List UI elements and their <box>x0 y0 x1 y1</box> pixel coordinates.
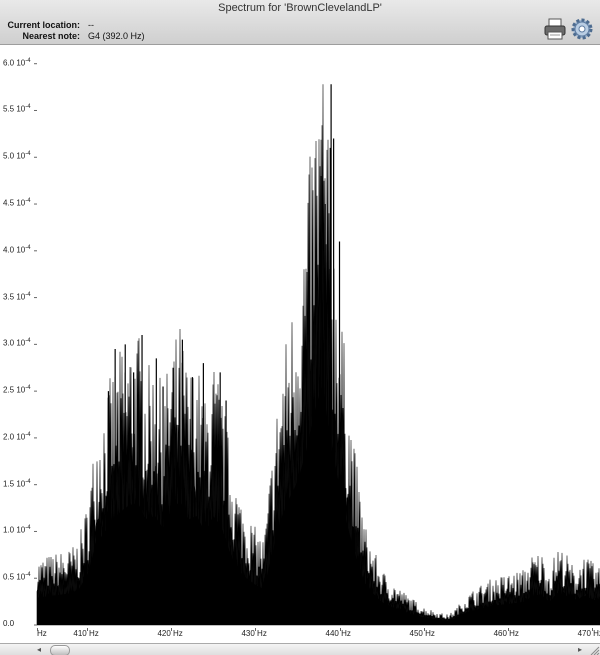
y-tick-label: 0.0 <box>3 619 15 628</box>
x-tick-label: 410 Hz <box>73 629 99 638</box>
x-tick-mark <box>423 628 425 631</box>
x-tick-mark <box>37 628 38 631</box>
y-tick-label: 4.5 10-4 <box>3 198 31 208</box>
y-tick-label: 2.0 10-4 <box>3 431 31 442</box>
x-tick-mark <box>591 628 593 631</box>
scroll-left-icon[interactable]: ◂ <box>37 644 41 655</box>
window-title: Spectrum for 'BrownClevelandLP' <box>218 2 382 14</box>
x-axis: Hz 410 Hz 420 Hz 430 Hz 440 Hz 450 Hz 460 Hz 47… <box>0 628 600 643</box>
nearest-note-label: Nearest note: <box>22 31 80 41</box>
spectrum-plot[interactable]: 0.0 0.5 10-4 1.0 10-4 1.5 10-4 2.0 10-4 2.5 1… <box>0 45 600 628</box>
y-tick-label: 2.5 10-4 <box>3 385 31 395</box>
x-tick-label: 450 Hz <box>409 629 435 638</box>
x-tick-mark <box>171 628 173 631</box>
gear-icon <box>571 18 593 40</box>
print-icon <box>544 18 566 40</box>
y-tick-label: 1.0 10-4 <box>3 525 31 536</box>
spectrum-window: Spectrum for 'BrownClevelandLP' Current … <box>0 0 600 655</box>
y-tick-label: 5.5 10-4 <box>3 104 31 115</box>
scroll-thumb[interactable] <box>50 645 70 655</box>
x-tick-mark <box>507 628 509 631</box>
x-tick-label: 420 Hz <box>157 629 183 638</box>
y-tick-label: 5.0 10-4 <box>3 151 31 161</box>
print-button[interactable] <box>543 17 567 41</box>
x-tick-label: 440 Hz <box>325 629 351 638</box>
x-tick-mark <box>255 628 257 631</box>
y-tick-label: 6.0 10-4 <box>3 57 31 68</box>
current-location-label: Current location: <box>7 20 80 30</box>
spectrum-chart-svg <box>34 63 600 626</box>
current-location-row: Current location: -- <box>0 20 600 31</box>
y-tick-label: 3.5 10-4 <box>3 291 31 302</box>
y-tick-label: 0.5 10-4 <box>3 572 31 582</box>
title-bar: Spectrum for 'BrownClevelandLP' Current … <box>0 0 600 45</box>
x-tick-mark <box>87 628 89 631</box>
x-tick-label: 470 Hz <box>577 629 600 638</box>
horizontal-scrollbar[interactable]: ◂ ▸ <box>0 643 600 655</box>
y-tick-label: 1.5 10-4 <box>3 478 31 489</box>
x-tick-label: 430 Hz <box>241 629 267 638</box>
y-tick-label: 3.0 10-4 <box>3 338 31 348</box>
x-tick-label: Hz <box>37 629 47 638</box>
nearest-note-value: G4 (392.0 Hz) <box>88 31 145 41</box>
resize-grip-icon[interactable] <box>588 643 600 655</box>
y-tick-label: 4.0 10-4 <box>3 244 31 255</box>
x-tick-label: 460 Hz <box>493 629 519 638</box>
nearest-note-row: Nearest note: G4 (392.0 Hz) <box>0 31 600 42</box>
x-tick-mark <box>339 628 341 631</box>
settings-button[interactable] <box>570 17 594 41</box>
scroll-right-icon[interactable]: ▸ <box>578 644 582 655</box>
current-location-value: -- <box>88 20 94 30</box>
